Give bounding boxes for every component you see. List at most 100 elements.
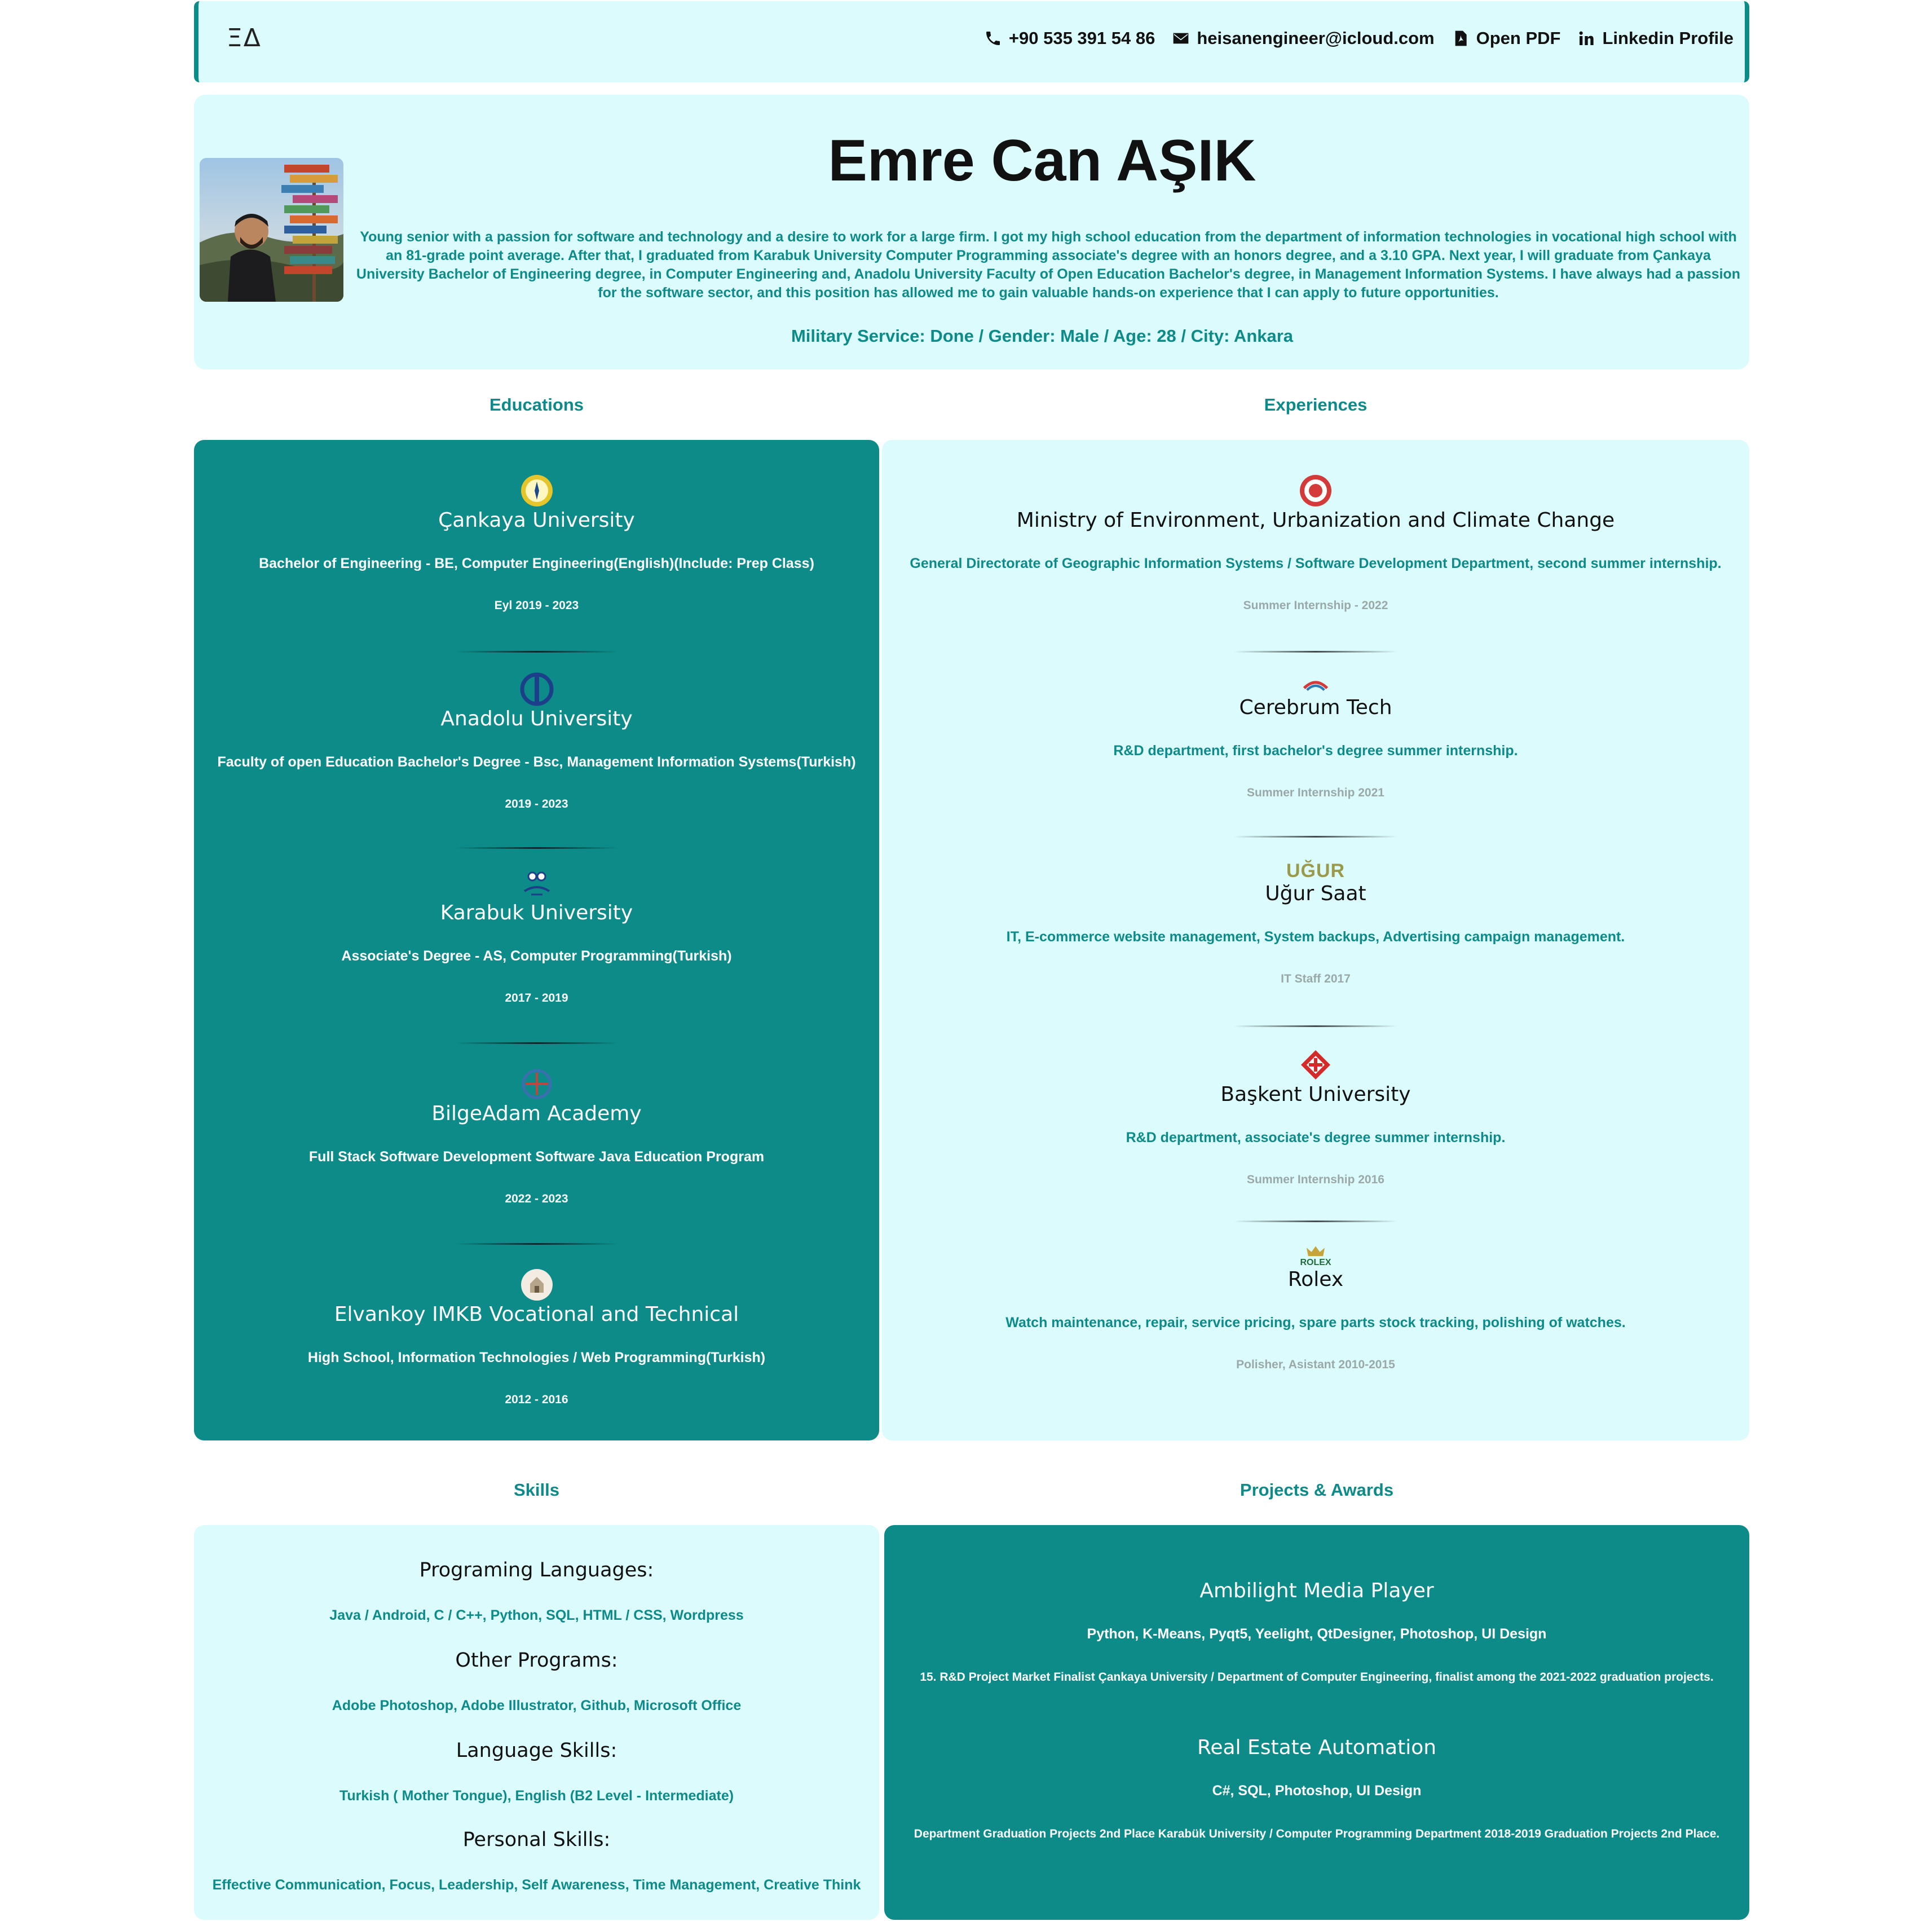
experience-item: Başkent University R&D department, assoc… [882, 1048, 1749, 1187]
bilgeadam-logo-icon [522, 1069, 552, 1099]
contact-links: +90 535 391 54 86 heisanengineer@icloud.… [984, 28, 1733, 49]
karabuk-logo-icon [523, 871, 550, 896]
divider [1234, 836, 1397, 838]
skills-heading: Skills [514, 1480, 559, 1500]
divider [1234, 1221, 1397, 1222]
experience-date: Summer Internship 2021 [1247, 786, 1384, 799]
experiences-panel: Ministry of Environment, Urbanization an… [882, 440, 1749, 1440]
divider [455, 651, 619, 653]
project-item: Real Estate Automation C#, SQL, Photosho… [884, 1736, 1749, 1841]
education-item: Anadolu University Faculty of open Educa… [194, 672, 879, 811]
experience-date: IT Staff 2017 [1281, 972, 1351, 985]
education-item: Çankaya University Bachelor of Engineeri… [194, 474, 879, 613]
envelope-icon [1174, 33, 1189, 44]
experiences-heading: Experiences [1264, 395, 1368, 415]
experience-date: Summer Internship - 2022 [1243, 599, 1388, 612]
divider [1234, 651, 1397, 653]
phone-number: +90 535 391 54 86 [1008, 28, 1155, 48]
education-item: BilgeAdam Academy Full Stack Software De… [194, 1067, 879, 1206]
phone-icon [986, 32, 1000, 45]
rolex-logo-text: ROLEX [1300, 1258, 1331, 1267]
education-item: Elvankoy IMKB Vocational and Technical H… [194, 1268, 879, 1407]
project-award: 15. R&D Project Market Finalist Çankaya … [920, 1671, 1714, 1684]
experience-date: Polisher, Asistant 2010-2015 [1236, 1358, 1395, 1371]
project-award: Department Graduation Projects 2nd Place… [914, 1827, 1720, 1840]
top-navigation-bar: ΞΔ +90 535 391 54 86 heisanengineer@iclo… [194, 1, 1749, 82]
baskent-logo-icon [1301, 1050, 1330, 1080]
experience-org: Rolex [1287, 1268, 1344, 1291]
skill-values: Turkish ( Mother Tongue), English (B2 Le… [339, 1788, 734, 1804]
open-pdf-link[interactable]: Open PDF [1452, 28, 1561, 49]
project-item: Ambilight Media Player Python, K-Means, … [884, 1579, 1749, 1684]
education-date: Eyl 2019 - 2023 [494, 599, 579, 612]
profile-hero: Emre Can AŞIK Young senior with a passio… [194, 95, 1749, 369]
site-logo[interactable]: ΞΔ [227, 24, 262, 52]
skills-panel: Programing Languages: Java / Android, C … [194, 1525, 879, 1920]
education-detail: Associate's Degree - AS, Computer Progra… [341, 948, 732, 964]
email-address: heisanengineer@icloud.com [1197, 28, 1435, 48]
experience-detail: R&D department, associate's degree summe… [1126, 1130, 1506, 1145]
experience-detail: IT, E-commerce website management, Syste… [1006, 929, 1625, 945]
skill-group: Personal Skills: Effective Communication… [194, 1829, 879, 1893]
phone-link[interactable]: +90 535 391 54 86 [984, 28, 1155, 49]
experience-detail: General Directorate of Geographic Inform… [910, 556, 1722, 571]
education-org: Elvankoy IMKB Vocational and Technical [334, 1303, 739, 1326]
skill-group: Other Programs: Adobe Photoshop, Adobe I… [194, 1649, 879, 1714]
project-technologies: C#, SQL, Photoshop, UI Design [1212, 1783, 1422, 1799]
experience-item: UĞUR Uğur Saat IT, E-commerce website ma… [882, 860, 1749, 986]
educations-heading: Educations [489, 395, 584, 415]
education-date: 2017 - 2019 [505, 992, 568, 1004]
experience-org: Cerebrum Tech [1239, 696, 1392, 719]
experience-item: Ministry of Environment, Urbanization an… [882, 474, 1749, 613]
skill-group: Language Skills: Turkish ( Mother Tongue… [194, 1739, 879, 1804]
experience-item: Cerebrum Tech R&D department, first bach… [882, 676, 1749, 800]
educations-panel: Çankaya University Bachelor of Engineeri… [194, 440, 879, 1440]
skill-heading: Personal Skills: [462, 1829, 611, 1851]
ministry-logo-icon [1300, 475, 1331, 506]
skill-heading: Language Skills: [456, 1739, 617, 1762]
education-detail: Full Stack Software Development Software… [308, 1149, 765, 1165]
project-title: Ambilight Media Player [1199, 1579, 1434, 1602]
experience-detail: R&D department, first bachelor's degree … [1113, 743, 1518, 759]
elvankoy-logo-icon [521, 1269, 553, 1301]
experience-item: ROLEX Rolex Watch maintenance, repair, s… [882, 1245, 1749, 1372]
project-technologies: Python, K-Means, Pyqt5, Yeelight, QtDesi… [1087, 1626, 1547, 1642]
skill-values: Java / Android, C / C++, Python, SQL, HT… [329, 1607, 744, 1623]
education-detail: Bachelor of Engineering - BE, Computer E… [259, 556, 814, 571]
divider [455, 1243, 619, 1245]
skill-values: Adobe Photoshop, Adobe Illustrator, Gith… [332, 1698, 742, 1713]
education-date: 2019 - 2023 [505, 798, 568, 810]
linkedin-icon [1580, 31, 1594, 45]
page-title: Emre Can AŞIK [828, 128, 1256, 193]
linkedin-link[interactable]: Linkedin Profile [1577, 28, 1733, 49]
project-title: Real Estate Automation [1197, 1736, 1437, 1759]
divider [455, 847, 619, 849]
pdf-file-icon [1455, 30, 1467, 46]
cerebrum-logo-icon [1303, 681, 1329, 691]
skill-group: Programing Languages: Java / Android, C … [194, 1559, 879, 1624]
cankaya-logo-icon [521, 475, 553, 506]
divider [455, 1042, 619, 1044]
education-org: Karabuk University [440, 901, 633, 924]
experience-org: Başkent University [1220, 1083, 1411, 1106]
rolex-crown-icon [1306, 1246, 1325, 1257]
projects-heading: Projects & Awards [1240, 1480, 1394, 1500]
experience-org: Ministry of Environment, Urbanization an… [1016, 509, 1615, 532]
education-detail: High School, Information Technologies / … [307, 1350, 766, 1365]
open-pdf-label: Open PDF [1476, 28, 1561, 48]
skill-heading: Other Programs: [455, 1649, 618, 1672]
email-link[interactable]: heisanengineer@icloud.com [1172, 28, 1435, 49]
education-detail: Faculty of open Education Bachelor's Deg… [217, 754, 856, 770]
divider [1234, 1025, 1397, 1027]
experience-org: Uğur Saat [1265, 882, 1366, 905]
education-org: Anadolu University [440, 707, 633, 730]
education-org: Çankaya University [438, 509, 635, 532]
skill-values: Effective Communication, Focus, Leadersh… [212, 1877, 861, 1893]
education-org: BilgeAdam Academy [431, 1102, 642, 1125]
personal-facts: Military Service: Done / Gender: Male / … [791, 326, 1294, 346]
experience-detail: Watch maintenance, repair, service prici… [1005, 1315, 1626, 1330]
experience-date: Summer Internship 2016 [1247, 1173, 1384, 1186]
profile-summary: Young senior with a passion for software… [356, 229, 1741, 301]
linkedin-label: Linkedin Profile [1602, 28, 1733, 48]
projects-panel: Ambilight Media Player Python, K-Means, … [884, 1525, 1749, 1920]
